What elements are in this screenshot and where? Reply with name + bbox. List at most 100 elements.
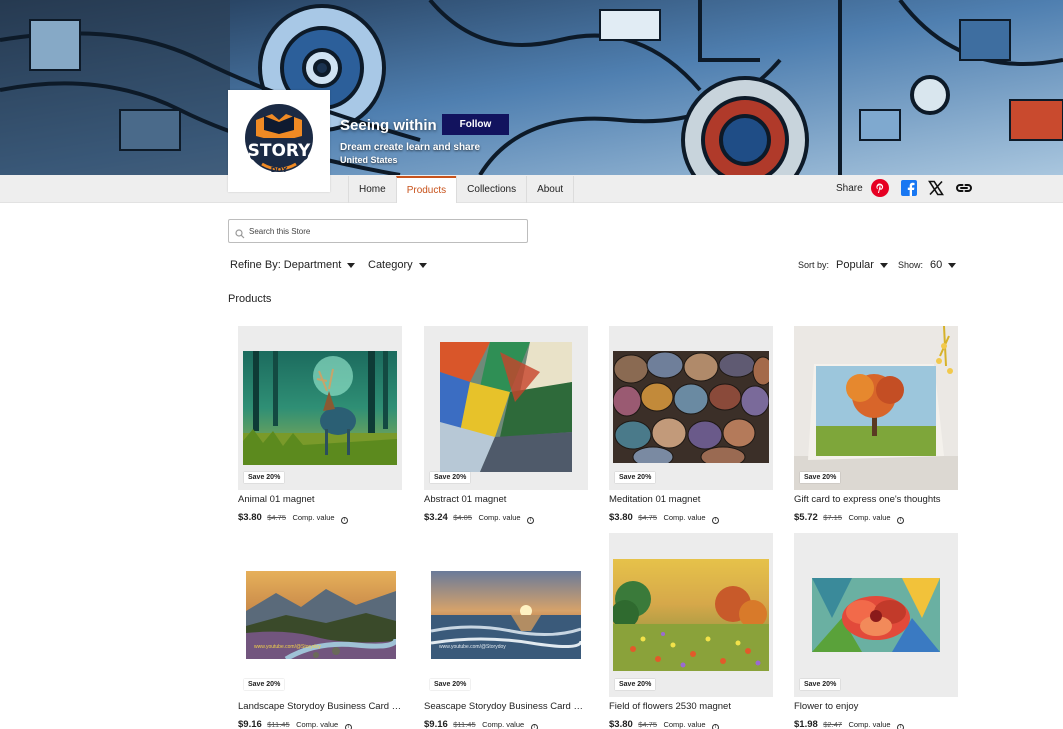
logo-subtext: DOY xyxy=(271,166,289,174)
facebook-icon[interactable] xyxy=(900,179,918,197)
tab-about[interactable]: About xyxy=(526,176,575,203)
tab-products[interactable]: Products xyxy=(395,176,457,203)
product-image[interactable]: Save 20% xyxy=(424,326,588,490)
product-name[interactable]: Meditation 01 magnet xyxy=(609,494,774,505)
product-price: $9.16 xyxy=(238,719,262,729)
product-name[interactable]: Gift card to express one's thoughts xyxy=(794,494,959,505)
product-price: $9.16 xyxy=(424,719,448,729)
product-name[interactable]: Animal 01 magnet xyxy=(238,494,403,505)
old-price: $4.75 xyxy=(638,513,658,522)
price-row: $1.98 $2.47 Comp. value i xyxy=(794,714,905,729)
old-price: $2.47 xyxy=(823,720,843,729)
product-image[interactable]: Save 20% xyxy=(794,326,958,490)
product-price: $3.80 xyxy=(238,512,262,523)
category-dropdown[interactable]: Category xyxy=(368,259,427,271)
pinterest-icon[interactable] xyxy=(871,179,889,197)
tab-collections[interactable]: Collections xyxy=(456,176,526,203)
refine-label: Refine By: Department xyxy=(230,259,342,271)
old-price: $7.15 xyxy=(823,513,843,522)
info-icon[interactable]: i xyxy=(712,724,720,729)
search-box xyxy=(228,219,528,243)
comp-value-label: Comp. value xyxy=(292,513,335,522)
product-image[interactable]: Save 20% xyxy=(794,533,958,697)
old-price: $11.45 xyxy=(267,720,290,729)
info-icon[interactable]: i xyxy=(527,517,535,524)
x-icon[interactable] xyxy=(927,179,945,197)
chevron-down-icon xyxy=(948,262,957,268)
show-value: 60 xyxy=(930,259,943,271)
show-dropdown[interactable]: 60 xyxy=(930,259,957,271)
follow-button[interactable]: Follow xyxy=(442,114,509,135)
comp-value-label: Comp. value xyxy=(482,720,525,729)
refine-department-dropdown[interactable]: Refine By: Department xyxy=(230,259,356,271)
save-badge: Save 20% xyxy=(244,472,285,483)
product-name[interactable]: Field of flowers 2530 magnet xyxy=(609,701,774,712)
category-label: Category xyxy=(368,259,413,271)
product-image[interactable]: www.youtube.com/@Storydoy Save 20% xyxy=(238,533,402,697)
store-banner xyxy=(0,0,1063,175)
product-price: $3.80 xyxy=(609,512,633,523)
image-caption: www.youtube.com/@Storydoy xyxy=(254,644,321,650)
info-icon[interactable]: i xyxy=(341,517,349,524)
share-label: Share xyxy=(836,183,863,194)
save-badge: Save 20% xyxy=(615,679,656,690)
product-image[interactable]: www.youtube.com/@Storydoy Save 20% xyxy=(424,533,588,697)
info-icon[interactable]: i xyxy=(897,724,905,729)
section-title: Products xyxy=(228,293,272,305)
save-badge: Save 20% xyxy=(800,679,841,690)
product-price: $3.24 xyxy=(424,512,448,523)
product-image[interactable]: Save 20% xyxy=(609,326,773,490)
product-image[interactable]: Save 20% xyxy=(609,533,773,697)
store-tagline: Dream create learn and share xyxy=(340,142,481,153)
sort-dropdown[interactable]: Popular xyxy=(836,259,888,271)
old-price: $4.05 xyxy=(453,513,473,522)
comp-value-label: Comp. value xyxy=(478,513,521,522)
info-icon[interactable]: i xyxy=(712,517,720,524)
price-row: $9.16 $11.45 Comp. value i xyxy=(238,714,352,729)
chevron-down-icon xyxy=(347,262,356,268)
comp-value-label: Comp. value xyxy=(663,720,706,729)
old-price: $4.75 xyxy=(267,513,287,522)
old-price: $4.75 xyxy=(638,720,658,729)
chevron-down-icon xyxy=(879,262,888,268)
product-price: $5.72 xyxy=(794,512,818,523)
price-row: $3.80 $4.75 Comp. value i xyxy=(609,714,720,729)
product-name[interactable]: Flower to enjoy xyxy=(794,701,959,712)
comp-value-label: Comp. value xyxy=(848,513,891,522)
info-icon[interactable]: i xyxy=(344,724,352,729)
store-location: United States xyxy=(340,155,398,165)
product-price: $1.98 xyxy=(794,719,818,729)
product-name[interactable]: Abstract 01 magnet xyxy=(424,494,589,505)
old-price: $11.45 xyxy=(453,720,476,729)
comp-value-label: Comp. value xyxy=(296,720,339,729)
price-row: $9.16 $11.45 Comp. value i xyxy=(424,714,538,729)
product-image[interactable]: Save 20% xyxy=(238,326,402,490)
price-row: $3.80 $4.75 Comp. value i xyxy=(238,507,349,525)
comp-value-label: Comp. value xyxy=(848,720,891,729)
logo-text: STORY xyxy=(248,141,311,161)
product-name[interactable]: Landscape Storydoy Business Card Magnet xyxy=(238,701,403,712)
save-badge: Save 20% xyxy=(800,472,841,483)
tab-home[interactable]: Home xyxy=(348,176,396,203)
search-input[interactable] xyxy=(249,220,519,242)
save-badge: Save 20% xyxy=(430,679,471,690)
search-icon xyxy=(235,226,245,244)
store-name: Seeing within xyxy=(340,117,437,134)
info-icon[interactable]: i xyxy=(530,724,538,729)
price-row: $5.72 $7.15 Comp. value i xyxy=(794,507,905,525)
save-badge: Save 20% xyxy=(615,472,656,483)
save-badge: Save 20% xyxy=(244,679,285,690)
comp-value-label: Comp. value xyxy=(663,513,706,522)
show-label: Show: xyxy=(898,260,924,270)
sort-value: Popular xyxy=(836,259,874,271)
store-tabs: Home Products Collections About xyxy=(348,176,575,203)
sort-label: Sort by: xyxy=(798,260,830,270)
info-icon[interactable]: i xyxy=(897,517,905,524)
product-name[interactable]: Seascape Storydoy Business Card Magnet xyxy=(424,701,589,712)
store-logo[interactable]: STORY DOY xyxy=(228,90,330,192)
link-icon[interactable] xyxy=(955,179,973,197)
price-row: $3.80 $4.75 Comp. value i xyxy=(609,507,720,525)
chevron-down-icon xyxy=(418,262,427,268)
price-row: $3.24 $4.05 Comp. value i xyxy=(424,507,535,525)
save-badge: Save 20% xyxy=(430,472,471,483)
